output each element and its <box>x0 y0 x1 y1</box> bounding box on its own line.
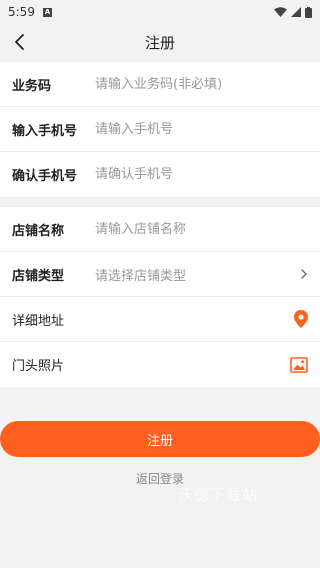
image-icon[interactable] <box>290 356 308 373</box>
storefront-photo-label: 门头照片 <box>12 359 65 374</box>
chevron-left-icon[interactable] <box>10 32 30 52</box>
notification-icon: A <box>42 7 52 17</box>
account-section: 业务码 输入手机号 确认手机号 <box>0 62 320 197</box>
store-type-row[interactable]: 店铺类型 请选择店铺类型 <box>0 252 320 297</box>
location-pin-icon[interactable] <box>294 310 308 328</box>
confirm-phone-label: 确认手机号 <box>12 169 78 184</box>
store-type-label: 店铺类型 <box>12 268 65 284</box>
wifi-icon <box>274 7 287 17</box>
signal-icon <box>291 7 301 17</box>
phone-label: 输入手机号 <box>12 123 78 139</box>
store-name-row: 店铺名称 <box>0 207 320 252</box>
phone-row: 输入手机号 <box>0 107 320 152</box>
business-code-label: 业务码 <box>12 78 52 94</box>
back-to-login-link[interactable]: 返回登录 <box>0 470 320 487</box>
page-title: 注册 <box>144 33 175 52</box>
chevron-right-icon <box>301 269 307 279</box>
business-code-input[interactable] <box>95 76 308 92</box>
register-button[interactable]: 注册 <box>0 421 320 457</box>
storefront-photo-row[interactable]: 门头照片 <box>0 342 320 387</box>
store-section: 店铺名称 店铺类型 请选择店铺类型 详细地址 门头照片 <box>0 207 320 387</box>
address-label: 详细地址 <box>12 313 65 329</box>
status-bar: 5:59 A <box>0 0 320 24</box>
store-name-label: 店铺名称 <box>12 223 65 239</box>
business-code-row: 业务码 <box>0 62 320 107</box>
confirm-phone-input[interactable] <box>95 167 308 182</box>
watermark: 沃德下载站 <box>178 486 259 504</box>
address-row[interactable]: 详细地址 <box>0 297 320 342</box>
battery-icon <box>305 6 312 18</box>
confirm-phone-row: 确认手机号 <box>0 152 320 197</box>
status-time: 5:59 <box>8 5 35 19</box>
phone-input[interactable] <box>95 121 308 137</box>
store-name-input[interactable] <box>95 221 308 237</box>
store-type-select[interactable]: 请选择店铺类型 <box>95 265 308 284</box>
nav-bar: 注册 <box>0 24 320 60</box>
